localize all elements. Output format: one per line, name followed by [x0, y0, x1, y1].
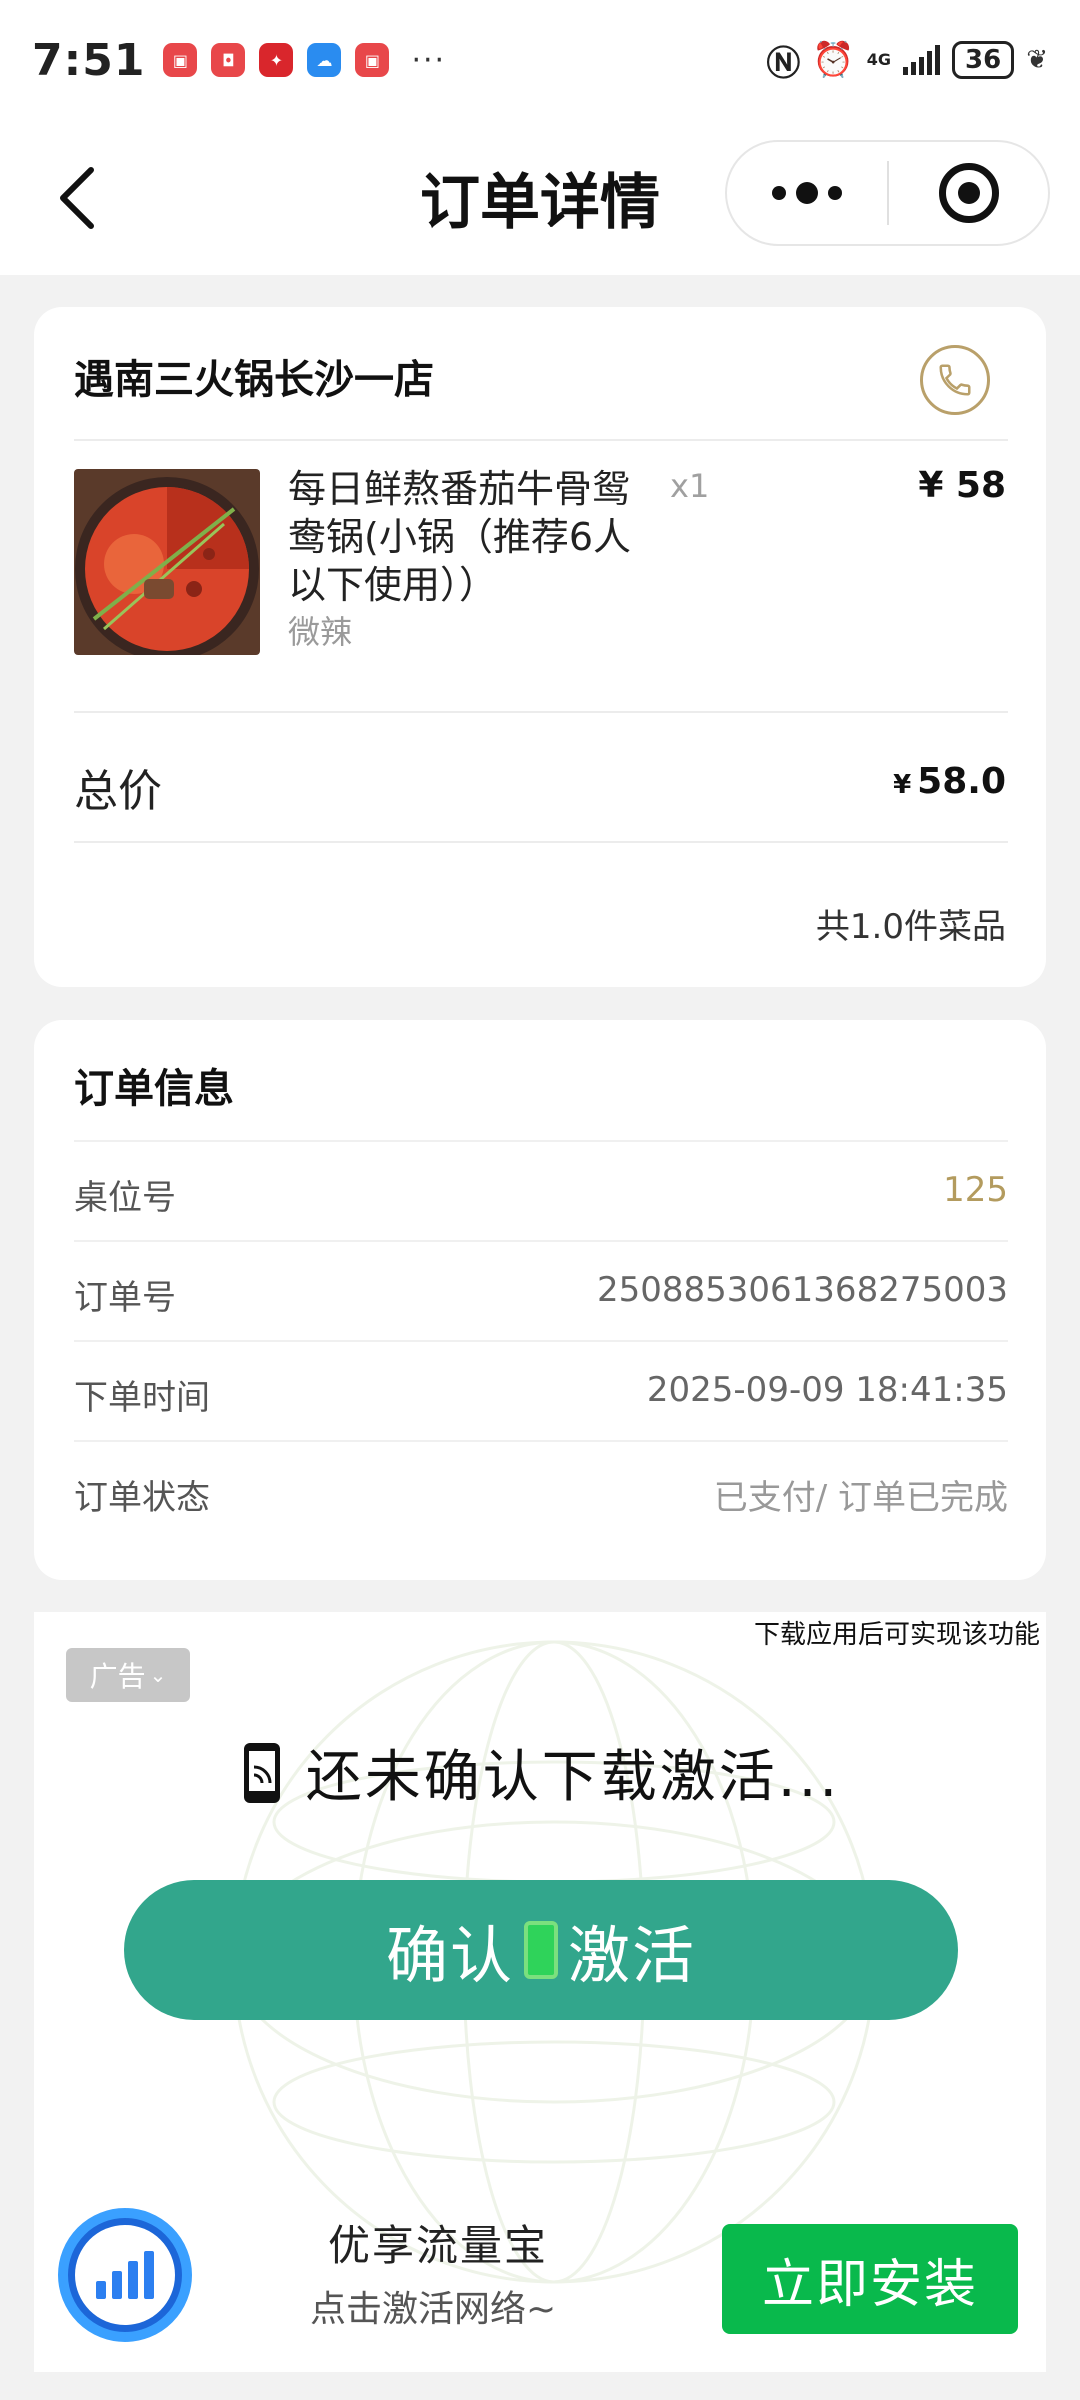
- huawei-app-icon-2: ▣: [355, 43, 390, 77]
- more-dot-icon: [796, 182, 818, 204]
- target-circle-icon: [938, 163, 999, 223]
- dish-price: ¥ 58: [918, 465, 1006, 506]
- item-count: 共1.0件菜品: [815, 907, 1006, 947]
- more-options-button[interactable]: [727, 142, 887, 244]
- miniprogram-capsule: [725, 140, 1050, 246]
- more-dot-icon: [772, 186, 786, 200]
- total-value: ¥58.0: [893, 761, 1006, 802]
- info-row-table: 桌位号 125: [74, 1140, 1008, 1240]
- system-icons: Ⓝ ⏰ 4G 36 ❦: [766, 36, 1048, 85]
- call-store-button[interactable]: [920, 345, 990, 415]
- phone-signal-icon: [243, 1742, 280, 1803]
- signal-bars-icon: [75, 2225, 175, 2325]
- order-card: 遇南三火锅长沙一店 每日鲜熬番茄牛骨鸳鸯锅(小锅（推荐6人以下使用）） 微辣 x…: [34, 307, 1046, 987]
- phone-icon: [939, 364, 971, 396]
- ad-badge[interactable]: 广告 ⌄: [66, 1648, 190, 1702]
- total-label: 总价: [74, 766, 162, 817]
- dish-name: 每日鲜熬番茄牛骨鸳鸯锅(小锅（推荐6人以下使用））: [288, 467, 632, 607]
- dish-spec: 微辣: [288, 613, 353, 651]
- table-number: 125: [943, 1170, 1008, 1210]
- section-title: 订单信息: [74, 1066, 234, 1112]
- nfc-icon: Ⓝ: [766, 43, 801, 84]
- ad-banner[interactable]: 下载应用后可实现该功能 广告 ⌄ 还未确认下载激活... 确认 激活 优享流量宝…: [34, 1612, 1046, 2372]
- confirm-activate-button[interactable]: 确认 激活: [124, 1880, 958, 2020]
- info-label: 订单号: [74, 1278, 176, 1318]
- clock: 7:51: [32, 34, 146, 86]
- close-miniprogram-button[interactable]: [889, 163, 1048, 223]
- signal-icon: [903, 45, 941, 75]
- currency-symbol: ¥: [893, 770, 912, 800]
- nav-bar: 订单详情: [0, 120, 1080, 275]
- order-info-card: 订单信息 桌位号 125 订单号 2508853061368275003 下单时…: [34, 1020, 1046, 1580]
- network-type-icon: 4G: [866, 50, 892, 69]
- info-row-order-status: 订单状态 已支付/ 订单已完成: [74, 1440, 1008, 1540]
- ad-heading-text: 还未确认下载激活...: [305, 1745, 841, 1810]
- more-notifications-icon: ···: [411, 42, 447, 78]
- cta-label-right: 激活: [568, 1919, 697, 1992]
- status-bar: 7:51 ▣ ◘ ✦ ☁ ▣ ··· Ⓝ ⏰ 4G 36 ❦: [0, 0, 1080, 120]
- info-label: 订单状态: [74, 1478, 210, 1518]
- notification-icons: ▣ ◘ ✦ ☁ ▣ ···: [163, 43, 446, 78]
- dish-image: [74, 469, 260, 655]
- battery-icon: 36: [952, 41, 1015, 79]
- gift-app-icon: ◘: [211, 43, 246, 77]
- eco-mode-icon: ❦: [1026, 45, 1048, 75]
- app-name: 优享流量宝: [328, 2221, 549, 2270]
- ad-badge-label: 广告: [89, 1660, 146, 1693]
- dish-quantity: x1: [670, 467, 710, 505]
- total-amount: 58.0: [917, 761, 1006, 802]
- divider: [74, 439, 1008, 441]
- weather-app-icon: ☁: [307, 43, 342, 77]
- order-status: 已支付/ 订单已完成: [713, 1478, 1008, 1518]
- info-row-order-number: 订单号 2508853061368275003: [74, 1240, 1008, 1340]
- install-now-button[interactable]: 立即安装: [722, 2224, 1018, 2334]
- app-logo[interactable]: [58, 2208, 192, 2342]
- order-number: 2508853061368275003: [596, 1270, 1008, 1310]
- info-row-order-time: 下单时间 2025-09-09 18:41:35: [74, 1340, 1008, 1440]
- ad-heading: 还未确认下载激活...: [34, 1732, 1046, 1813]
- app-subtitle: 点击激活网络~: [310, 2289, 557, 2330]
- phone-icon: [524, 1921, 558, 1979]
- news-app-icon: ✦: [259, 43, 294, 77]
- info-label: 桌位号: [74, 1178, 176, 1218]
- info-label: 下单时间: [74, 1378, 210, 1418]
- alarm-icon: ⏰: [812, 40, 855, 80]
- store-name: 遇南三火锅长沙一店: [74, 357, 434, 403]
- battery-level: 36: [965, 45, 1002, 75]
- ad-hint-text: 下载应用后可实现该功能: [753, 1620, 1040, 1650]
- more-dot-icon: [828, 186, 842, 200]
- chevron-down-icon: ⌄: [149, 1663, 167, 1687]
- order-time: 2025-09-09 18:41:35: [646, 1370, 1008, 1410]
- divider: [74, 711, 1008, 713]
- divider: [74, 841, 1008, 843]
- cta-label-left: 确认: [385, 1919, 514, 1992]
- huawei-app-icon: ▣: [163, 43, 198, 77]
